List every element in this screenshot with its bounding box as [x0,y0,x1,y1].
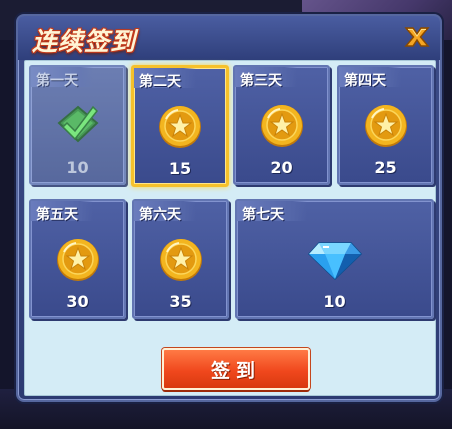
reward-amount: 20 [270,158,293,177]
gold-coin-icon [54,236,102,288]
dialog-header: 连续签到 [18,16,440,60]
day-label: 第二天 [139,74,181,90]
gold-coin-icon [258,102,306,154]
day-card-6[interactable]: 第六天 35 [132,199,229,319]
gold-coin-icon [156,103,204,155]
reward-amount: 10 [323,292,346,311]
close-button[interactable] [402,22,432,52]
reward-amount: 25 [374,158,397,177]
day-card-7[interactable]: 第七天 10 [235,199,434,319]
day-label: 第七天 [242,207,284,223]
blue-diamond-icon [307,241,363,285]
day-card-5[interactable]: 第五天 30 [29,199,126,319]
reward-amount: 35 [169,292,192,311]
sign-in-button[interactable]: 签到 [162,348,310,390]
day-label: 第六天 [139,207,181,223]
day-label: 第三天 [240,73,282,89]
day-label: 第四天 [344,73,386,89]
gold-coin-icon [157,236,205,288]
reward-amount: 15 [168,159,192,178]
rewards-panel: 第一天 10 第二天 15 第三天 20 第四天 25 第五天 30 第六天 3… [24,60,436,396]
dialog-title: 连续签到 [32,27,137,56]
daily-checkin-dialog: 连续签到 第一天 10 第二天 15 第三天 20 第四天 25 第五天 30 … [16,14,442,402]
reward-amount: 10 [66,158,89,177]
day-label: 第一天 [36,73,78,89]
day-card-4[interactable]: 第四天 25 [337,65,434,185]
day-card-2[interactable]: 第二天 15 [131,65,229,187]
close-x-icon [404,27,430,47]
checkmark-claimed-icon [53,101,103,149]
day-card-1: 第一天 10 [29,65,126,185]
day-label: 第五天 [36,207,78,223]
reward-amount: 30 [66,292,89,311]
day-card-3[interactable]: 第三天 20 [233,65,330,185]
gold-coin-icon [362,102,410,154]
